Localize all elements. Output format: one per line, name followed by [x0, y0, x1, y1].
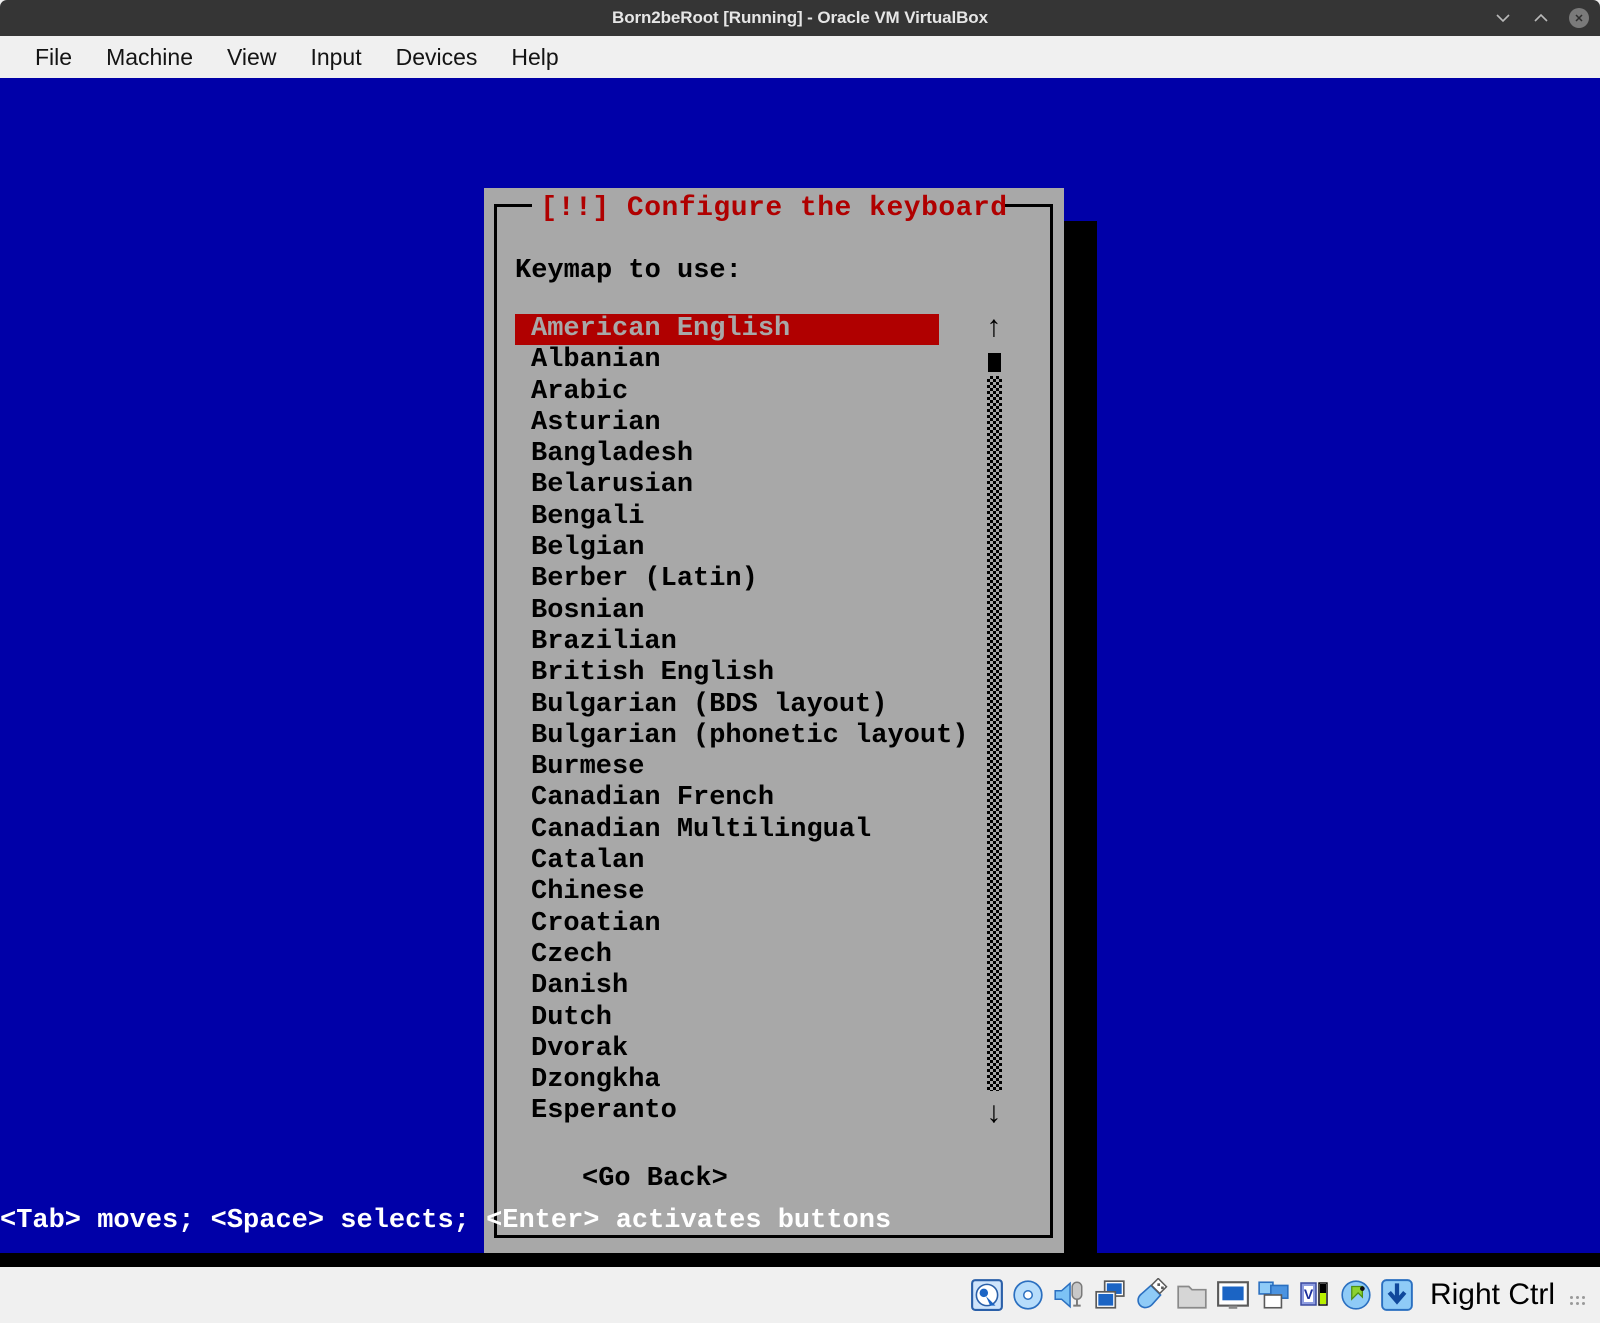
keymap-list-item[interactable]: Bengali [515, 502, 985, 533]
keymap-list-item[interactable]: Brazilian [515, 627, 985, 658]
keymap-list-item[interactable]: Canadian French [515, 783, 985, 814]
vm-letterbox [0, 1253, 1600, 1267]
keymap-list-item[interactable]: Dutch [515, 1003, 985, 1034]
keymap-list[interactable]: American English Albanian Arabic Asturian Ba… [515, 314, 985, 1128]
host-key-icon[interactable] [1380, 1278, 1414, 1312]
keymap-list-item[interactable]: American English [515, 314, 939, 346]
window-controls [1492, 0, 1590, 36]
keymap-list-item[interactable]: Burmese [515, 752, 985, 783]
vm-statusbar: V Right Ctrl [0, 1267, 1600, 1323]
recording-icon[interactable] [1257, 1278, 1291, 1312]
keymap-scrollbar[interactable]: ↑ ↓ [983, 311, 1005, 1132]
close-button[interactable] [1568, 7, 1590, 29]
window-titlebar: Born2beRoot [Running] - Oracle VM Virtua… [0, 0, 1600, 36]
go-back-button[interactable]: <Go Back> [582, 1164, 728, 1194]
vm-display[interactable]: [!!] Configure the keyboard Keymap to us… [0, 78, 1600, 1253]
keymap-list-item[interactable]: Berber (Latin) [515, 564, 985, 595]
scroll-down-arrow-icon[interactable]: ↓ [983, 1097, 1005, 1133]
audio-icon[interactable] [1052, 1278, 1086, 1312]
optical-disk-icon[interactable] [1011, 1278, 1045, 1312]
keymap-list-item[interactable]: British English [515, 658, 985, 689]
shared-folders-icon[interactable] [1175, 1278, 1209, 1312]
menu-machine[interactable]: Machine [89, 42, 210, 73]
keymap-prompt: Keymap to use: [515, 256, 742, 286]
keymap-list-item[interactable]: Bulgarian (BDS layout) [515, 690, 985, 721]
keymap-list-item[interactable]: Danish [515, 971, 985, 1002]
window-title: Born2beRoot [Running] - Oracle VM Virtua… [612, 8, 988, 27]
keymap-list-item[interactable]: Dvorak [515, 1034, 985, 1065]
resize-grip[interactable] [1570, 1285, 1586, 1305]
installer-dialog: [!!] Configure the keyboard Keymap to us… [484, 188, 1064, 1253]
minimize-icon[interactable] [1492, 7, 1514, 29]
installer-help-line: <Tab> moves; <Space> selects; <Enter> ac… [0, 1206, 892, 1236]
scrollbar-trough[interactable] [987, 376, 1002, 1091]
menu-help[interactable]: Help [494, 42, 575, 73]
mouse-integration-icon[interactable] [1339, 1278, 1373, 1312]
keymap-list-item[interactable]: Bulgarian (phonetic layout) [515, 721, 985, 752]
menu-file[interactable]: File [18, 42, 89, 73]
menu-input[interactable]: Input [293, 42, 378, 73]
keymap-list-item[interactable]: Asturian [515, 408, 985, 439]
keymap-list-item[interactable]: Bangladesh [515, 439, 985, 470]
keymap-list-item[interactable]: Belarusian [515, 470, 985, 501]
menu-devices[interactable]: Devices [379, 42, 495, 73]
keymap-list-item[interactable]: Chinese [515, 877, 985, 908]
display-icon[interactable] [1216, 1278, 1250, 1312]
keymap-list-item[interactable]: Albanian [515, 345, 985, 376]
host-key-label: Right Ctrl [1429, 1278, 1555, 1311]
keymap-list-item[interactable]: Arabic [515, 377, 985, 408]
dialog-title: [!!] Configure the keyboard [540, 193, 1008, 224]
keymap-list-item[interactable]: Canadian Multilingual [515, 815, 985, 846]
keymap-list-item[interactable]: Bosnian [515, 596, 985, 627]
virtualbox-window: Born2beRoot [Running] - Oracle VM Virtua… [0, 0, 1600, 1323]
keymap-list-item[interactable]: Croatian [515, 909, 985, 940]
scrollbar-thumb[interactable] [988, 353, 1001, 372]
hard-disk-icon[interactable] [970, 1278, 1004, 1312]
network-icon[interactable] [1093, 1278, 1127, 1312]
keymap-list-item[interactable]: Belgian [515, 533, 985, 564]
svg-text:V: V [1304, 1286, 1314, 1302]
keymap-list-item[interactable]: Czech [515, 940, 985, 971]
menu-view[interactable]: View [210, 42, 293, 73]
keymap-list-item[interactable]: Esperanto [515, 1096, 985, 1127]
close-icon [1569, 8, 1589, 28]
vm-features-icon[interactable]: V [1298, 1278, 1332, 1312]
scroll-up-arrow-icon[interactable]: ↑ [983, 311, 1005, 347]
maximize-icon[interactable] [1530, 7, 1552, 29]
keymap-list-item[interactable]: Catalan [515, 846, 985, 877]
menubar: File Machine View Input Devices Help [0, 36, 1600, 78]
keymap-list-item[interactable]: Dzongkha [515, 1065, 985, 1096]
usb-icon[interactable] [1134, 1278, 1168, 1312]
